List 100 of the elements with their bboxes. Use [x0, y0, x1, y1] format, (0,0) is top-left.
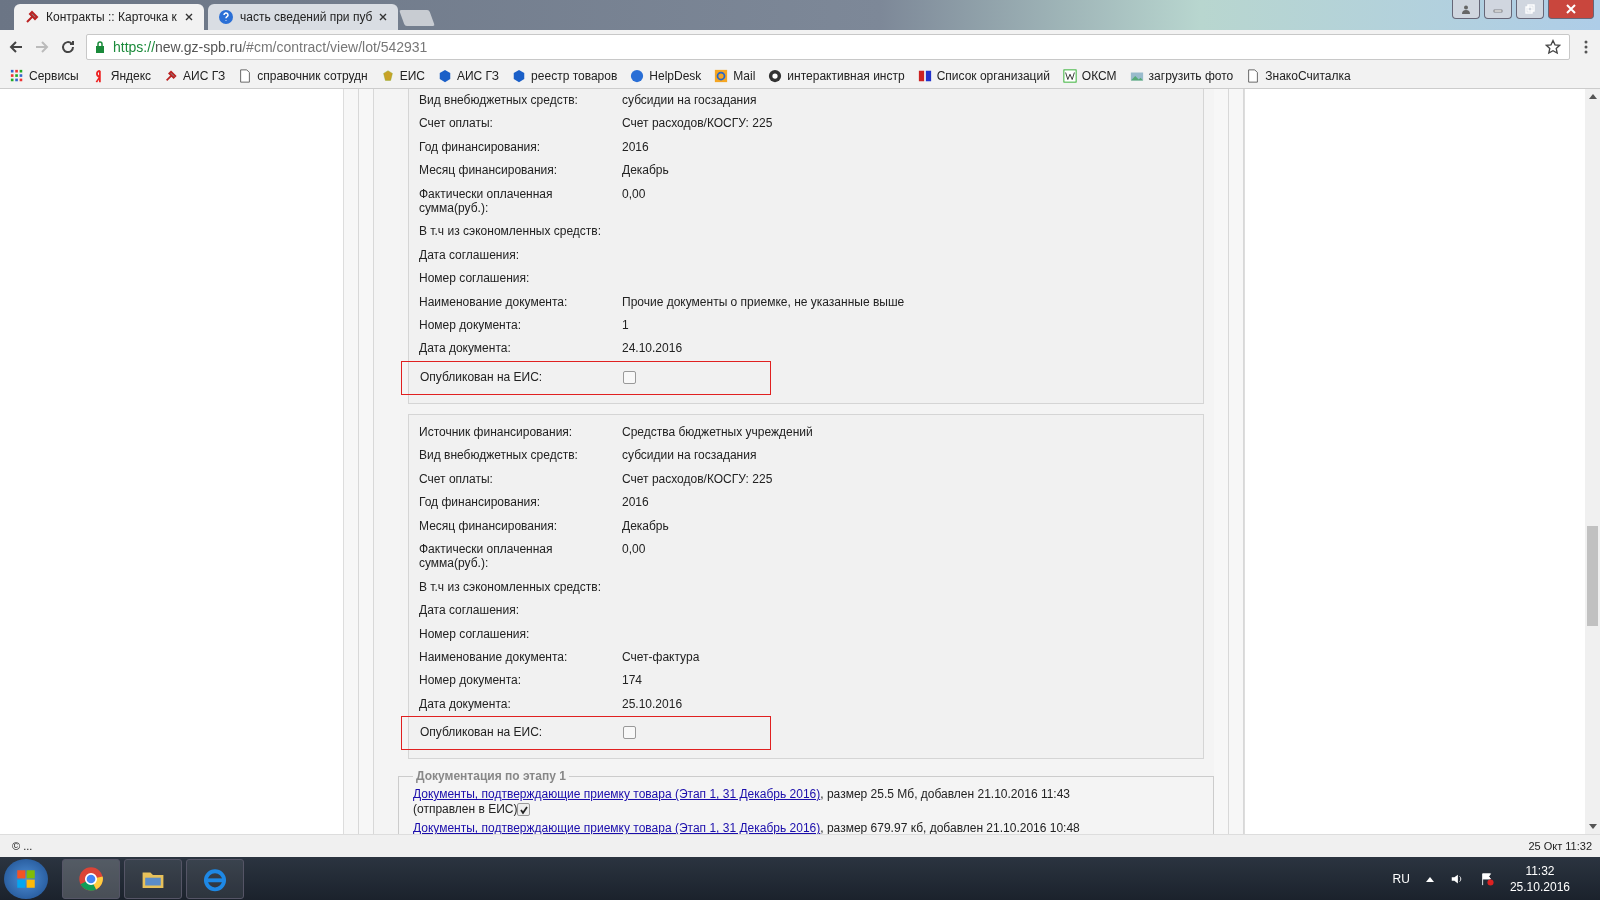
browser-tab[interactable]: Контракты :: Карточка к [14, 4, 204, 30]
field-value: субсидии на госзадания [622, 448, 758, 463]
bookmark[interactable]: АИС ГЗ [438, 68, 500, 83]
bookmark[interactable]: HelpDesk [630, 68, 702, 83]
language-indicator[interactable]: RU [1392, 871, 1410, 886]
circle-icon [768, 68, 783, 83]
field-value: субсидии на госзадания [622, 93, 758, 108]
clock[interactable]: 11:32 25.10.2016 [1509, 862, 1570, 895]
bookmark[interactable]: ОКСМ [1062, 68, 1117, 83]
bookmark[interactable]: Список организаций [917, 68, 1050, 83]
close-button[interactable] [1548, 0, 1594, 19]
field-label: Счет оплаты: [419, 116, 494, 131]
field-value: 2016 [622, 139, 650, 155]
scroll-up-icon[interactable] [1588, 93, 1597, 99]
bookmark[interactable]: интерактивная инстр [768, 68, 905, 83]
field-value: Счет расходов/КОСГУ: 225 [622, 471, 774, 487]
field-label: Год финансирования: [419, 139, 542, 155]
tray-expand-icon[interactable] [1425, 875, 1434, 882]
field-label: Номер документа: [419, 318, 523, 333]
field-value: Средства бюджетных учреждений [622, 424, 814, 440]
taskbar-button[interactable] [124, 858, 182, 899]
scroll-down-icon[interactable] [1588, 824, 1597, 830]
field-value: 24.10.2016 [622, 341, 684, 356]
browser-tab[interactable]: часть сведений при пуб [208, 4, 398, 30]
field-label: Месяц финансирования: [419, 518, 559, 533]
star-icon[interactable] [1545, 38, 1561, 55]
field-value: 174 [622, 673, 644, 688]
field-value: Декабрь [622, 518, 670, 533]
bookmark[interactable]: АИС ГЗ [164, 68, 226, 83]
field-label: Номер документа: [419, 673, 523, 688]
bookmark[interactable]: загрузить фото [1129, 68, 1234, 83]
back-icon[interactable] [8, 38, 24, 55]
field-value: 1 [622, 318, 630, 333]
windows-logo-icon [16, 868, 36, 889]
scroll-thumb[interactable] [1587, 526, 1598, 626]
field-label: В т.ч из сэкономленных средств: [419, 579, 602, 595]
document-details: , размер 25.5 Мб, добавлен 21.10.2016 11:43 [820, 787, 1071, 802]
page-icon [1246, 68, 1261, 83]
field-label: Опубликован на ЕИС: [420, 370, 544, 385]
apps-icon [10, 68, 24, 83]
hex-icon [438, 68, 452, 83]
taskbar-button[interactable] [62, 858, 120, 899]
field-label: Год финансирования: [419, 495, 542, 510]
field-label: Вид внебюджетных средств: [419, 93, 579, 108]
field-label: Месяц финансирования: [419, 163, 559, 178]
tool-icon [164, 68, 179, 83]
new-tab-button[interactable] [399, 10, 435, 26]
start-button[interactable] [4, 858, 48, 899]
field-value: 25.10.2016 [622, 696, 684, 712]
field-value: Прочие документы о приемке, не указанные выше [622, 294, 906, 310]
field-label: Фактически оплаченная сумма(руб.): [419, 541, 554, 571]
field-value: 0,00 [622, 186, 647, 202]
minimize-button[interactable] [1484, 0, 1512, 19]
fieldset-legend: Документация по этапу 1 [413, 769, 569, 784]
close-icon [1566, 4, 1576, 14]
lock-icon [95, 40, 105, 53]
user-icon [1461, 4, 1471, 14]
field-label: Дата соглашения: [419, 247, 520, 263]
status-text: © ... [12, 840, 33, 852]
tool-icon [24, 9, 40, 25]
field-value: Декабрь [622, 163, 670, 178]
field-label: Дата документа: [419, 696, 512, 712]
status-datetime: 25 Окт 11:32 [1528, 840, 1592, 852]
address-bar[interactable]: https://new.gz-spb.ru/#cm/contract/view/lot/542931 [86, 33, 1570, 60]
field-label: Фактически оплаченная сумма(руб.): [419, 186, 554, 216]
user-button[interactable] [1452, 0, 1480, 19]
flag-icon[interactable] [1479, 871, 1494, 886]
field-value: 2016 [622, 495, 650, 510]
field-label: Наименование документа: [419, 294, 569, 310]
browser-icon [78, 865, 104, 892]
checkbox[interactable] [623, 726, 636, 740]
restore-icon [1525, 4, 1535, 14]
bookmark[interactable]: ЗнакоСчиталка [1246, 68, 1351, 83]
field-label: Дата соглашения: [419, 603, 520, 618]
field-label: Номер соглашения: [419, 626, 531, 641]
field-label: Счет оплаты: [419, 471, 494, 487]
field-label: Опубликован на ЕИС: [420, 725, 544, 740]
field-label: В т.ч из сэкономленных средств: [419, 224, 602, 239]
field-label: Наименование документа: [419, 649, 569, 665]
bookmark[interactable]: ЕИС [380, 68, 425, 83]
bookmark[interactable]: Яндекс [91, 68, 152, 83]
field-label: Дата документа: [419, 341, 512, 356]
document-details: , размер 679.97 кб, добавлен 21.10.2016 10:48 [820, 821, 1080, 834]
mail-icon [714, 68, 729, 83]
checkbox[interactable] [623, 370, 636, 384]
scrollbar[interactable] [1585, 89, 1600, 834]
field-value: 0,00 [622, 541, 647, 557]
bookmark[interactable]: Mail [714, 68, 756, 83]
field-label: Источник финансирования: [419, 424, 574, 440]
bookmark[interactable]: Сервисы [10, 68, 79, 83]
reload-icon[interactable] [60, 38, 76, 55]
bookmark[interactable]: реестр товаров [512, 68, 618, 83]
sent-status: (отправлен в ЕИС) [413, 802, 518, 817]
close-icon[interactable] [378, 12, 388, 22]
field-value: Счет-фактура [622, 649, 701, 665]
close-icon[interactable] [184, 12, 194, 22]
emblem-icon [380, 68, 395, 83]
field-value: Счет расходов/КОСГУ: 225 [622, 116, 774, 131]
restore-button[interactable] [1516, 0, 1544, 19]
bookmark[interactable]: справочник сотрудн [238, 68, 368, 83]
